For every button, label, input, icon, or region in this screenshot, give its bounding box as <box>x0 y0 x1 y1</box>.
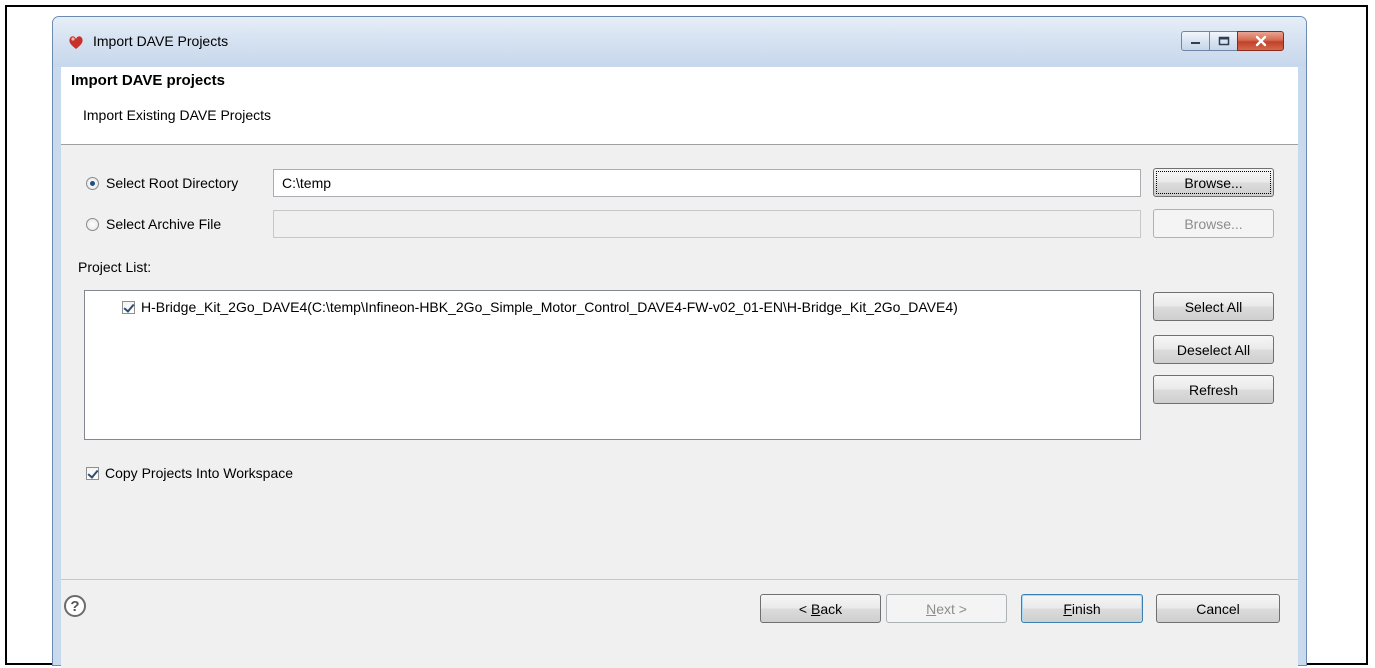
finish-rest: inish <box>1071 600 1101 617</box>
copy-into-workspace-checkbox[interactable] <box>86 466 99 480</box>
root-directory-input[interactable]: C:\temp <box>273 169 1141 197</box>
copy-into-workspace-label: Copy Projects Into Workspace <box>105 465 294 481</box>
archive-file-label: Select Archive File <box>106 216 222 232</box>
finish-mnemonic: F <box>1063 600 1072 617</box>
minimize-icon <box>1191 42 1200 44</box>
next-rest: ext > <box>936 600 967 617</box>
select-all-button[interactable]: Select All <box>1153 292 1274 321</box>
close-button[interactable] <box>1237 31 1284 51</box>
copy-into-workspace-option[interactable]: Copy Projects Into Workspace <box>86 465 293 481</box>
project-item-label: H-Bridge_Kit_2Go_DAVE4(C:\temp\Infineon-… <box>141 299 958 315</box>
minimize-button[interactable] <box>1181 31 1210 51</box>
cancel-button[interactable]: Cancel <box>1156 594 1280 623</box>
back-mnemonic: B <box>810 600 821 617</box>
wizard-header: Import DAVE projects Import Existing DAV… <box>61 67 1298 145</box>
project-list-item[interactable]: H-Bridge_Kit_2Go_DAVE4(C:\temp\Infineon-… <box>122 299 958 315</box>
maximize-icon <box>1218 36 1229 46</box>
project-list-label: Project List: <box>78 259 152 275</box>
project-list[interactable]: H-Bridge_Kit_2Go_DAVE4(C:\temp\Infineon-… <box>84 290 1141 440</box>
help-icon[interactable]: ? <box>64 595 86 617</box>
maximize-button[interactable] <box>1209 31 1238 51</box>
root-directory-label: Select Root Directory <box>106 175 239 191</box>
root-directory-radio[interactable] <box>86 176 99 190</box>
browse-archive-button[interactable]: Browse... <box>1153 209 1274 238</box>
archive-file-option[interactable]: Select Archive File <box>86 216 221 232</box>
archive-file-radio[interactable] <box>86 217 99 231</box>
finish-button[interactable]: Finish <box>1021 594 1143 623</box>
back-prefix: < <box>798 600 811 617</box>
wizard-footer <box>61 579 1298 668</box>
deselect-all-button[interactable]: Deselect All <box>1153 335 1274 364</box>
close-icon <box>1255 35 1266 47</box>
refresh-button[interactable]: Refresh <box>1153 375 1274 404</box>
project-checkbox[interactable] <box>122 300 135 314</box>
archive-file-input[interactable] <box>273 210 1141 238</box>
page-title: Import DAVE projects <box>71 72 225 89</box>
next-mnemonic: N <box>926 600 937 617</box>
next-button[interactable]: Next > <box>886 594 1007 623</box>
page-description: Import Existing DAVE Projects <box>83 107 272 123</box>
dave-app-icon <box>69 36 83 49</box>
back-button[interactable]: < Back <box>760 594 881 623</box>
browse-root-button[interactable]: Browse... <box>1153 168 1274 197</box>
window-title: Import DAVE Projects <box>93 33 229 49</box>
root-directory-option[interactable]: Select Root Directory <box>86 175 238 191</box>
title-bar[interactable]: Import DAVE Projects <box>53 17 1306 67</box>
back-rest: ack <box>820 600 843 617</box>
